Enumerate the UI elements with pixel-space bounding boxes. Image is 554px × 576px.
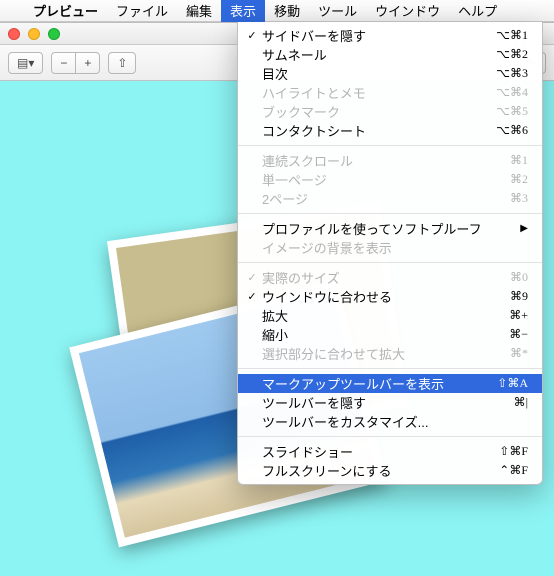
menu-item[interactable]: ✓ウインドウに合わせる⌘9 <box>238 287 542 306</box>
traffic-light-close[interactable] <box>8 28 20 40</box>
menu-item-label: イメージの背景を表示 <box>260 238 528 257</box>
menu-item-label: サムネール <box>260 45 496 64</box>
check-icon: ✓ <box>244 29 260 42</box>
menu-item[interactable]: コンタクトシート⌥⌘6 <box>238 121 542 140</box>
submenu-arrow-icon: ▶ <box>520 223 528 234</box>
menu-edit[interactable]: 編集 <box>177 0 221 22</box>
check-icon: ✓ <box>244 290 260 303</box>
sidebar-toggle-button[interactable]: ▤▾ <box>8 52 43 74</box>
menu-item[interactable]: マークアップツールバーを表示⇧⌘A <box>238 374 542 393</box>
share-icon: ⇧ <box>117 56 127 70</box>
menu-item-label: 連続スクロール <box>260 151 510 170</box>
menu-item-label: ハイライトとメモ <box>260 83 496 102</box>
menu-item-label: フルスクリーンにする <box>260 461 499 480</box>
menu-shortcut: ⌥⌘2 <box>496 47 528 62</box>
menu-item: ✓実際のサイズ⌘0 <box>238 268 542 287</box>
menu-item-label: マークアップツールバーを表示 <box>260 374 497 393</box>
menu-item-label: 実際のサイズ <box>260 268 510 287</box>
menu-shortcut: ⌘0 <box>510 270 528 285</box>
menu-item-label: 縮小 <box>260 325 509 344</box>
menu-item-label: ウインドウに合わせる <box>260 287 510 306</box>
view-menu-dropdown: ✓サイドバーを隠す⌥⌘1サムネール⌥⌘2目次⌥⌘3ハイライトとメモ⌥⌘4ブックマ… <box>237 22 543 485</box>
menu-file[interactable]: ファイル <box>107 0 177 22</box>
menu-item-label: コンタクトシート <box>260 121 496 140</box>
menu-shortcut: ⌘3 <box>510 191 528 206</box>
menu-view[interactable]: 表示 <box>221 0 265 22</box>
traffic-light-minimize[interactable] <box>28 28 40 40</box>
menu-item[interactable]: ツールバーをカスタマイズ... <box>238 412 542 431</box>
sidebar-icon: ▤▾ <box>17 56 34 70</box>
zoom-segment: − + <box>51 52 100 74</box>
menu-item[interactable]: ツールバーを隠す⌘| <box>238 393 542 412</box>
menu-shortcut: ⌘| <box>514 395 528 410</box>
menu-item: ブックマーク⌥⌘5 <box>238 102 542 121</box>
minus-icon: − <box>60 56 67 70</box>
menu-shortcut: ⌥⌘1 <box>496 28 528 43</box>
menu-tools[interactable]: ツール <box>309 0 366 22</box>
menu-item: 2ページ⌘3 <box>238 189 542 208</box>
menu-item-label: 選択部分に合わせて拡大 <box>260 344 510 363</box>
menu-separator <box>238 213 542 214</box>
menu-item: イメージの背景を表示 <box>238 238 542 257</box>
menu-item-label: ツールバーをカスタマイズ... <box>260 412 528 431</box>
menu-shortcut: ⌥⌘5 <box>496 104 528 119</box>
zoom-in-button[interactable]: + <box>75 52 100 74</box>
menu-shortcut: ⇧⌘A <box>497 376 528 391</box>
share-button[interactable]: ⇧ <box>108 52 136 74</box>
menu-shortcut: ⌘+ <box>509 308 528 323</box>
menu-separator <box>238 262 542 263</box>
menu-shortcut: ⌥⌘6 <box>496 123 528 138</box>
traffic-light-zoom[interactable] <box>48 28 60 40</box>
menu-shortcut: ⌘1 <box>510 153 528 168</box>
menu-separator <box>238 436 542 437</box>
menu-shortcut: ⌥⌘4 <box>496 85 528 100</box>
menu-item: 連続スクロール⌘1 <box>238 151 542 170</box>
system-menubar: プレビュー ファイル 編集 表示 移動 ツール ウインドウ ヘルプ <box>0 0 554 22</box>
menu-item-label: ツールバーを隠す <box>260 393 514 412</box>
menu-item-label: 単一ページ <box>260 170 510 189</box>
menu-item-label: ブックマーク <box>260 102 496 121</box>
menu-help[interactable]: ヘルプ <box>449 0 506 22</box>
zoom-out-button[interactable]: − <box>51 52 76 74</box>
menu-item-label: 2ページ <box>260 189 510 208</box>
menu-separator <box>238 145 542 146</box>
menu-go[interactable]: 移動 <box>265 0 309 22</box>
plus-icon: + <box>84 56 91 70</box>
menu-item[interactable]: 目次⌥⌘3 <box>238 64 542 83</box>
menu-item[interactable]: 拡大⌘+ <box>238 306 542 325</box>
menu-shortcut: ⌥⌘3 <box>496 66 528 81</box>
menu-window[interactable]: ウインドウ <box>366 0 449 22</box>
menu-item[interactable]: プロファイルを使ってソフトプルーフ▶ <box>238 219 542 238</box>
menu-shortcut: ⌃⌘F <box>499 463 528 478</box>
menu-shortcut: ⇧⌘F <box>499 444 528 459</box>
menu-item-label: スライドショー <box>260 442 499 461</box>
check-icon: ✓ <box>244 271 260 284</box>
menu-item[interactable]: ✓サイドバーを隠す⌥⌘1 <box>238 26 542 45</box>
menu-shortcut: ⌘9 <box>510 289 528 304</box>
menu-item[interactable]: 縮小⌘− <box>238 325 542 344</box>
menu-item[interactable]: スライドショー⇧⌘F <box>238 442 542 461</box>
menu-shortcut: ⌘* <box>510 346 528 361</box>
menu-item-label: サイドバーを隠す <box>260 26 496 45</box>
menu-shortcut: ⌘− <box>509 327 528 342</box>
app-menu[interactable]: プレビュー <box>24 0 107 22</box>
menu-item: 単一ページ⌘2 <box>238 170 542 189</box>
menu-item-label: 拡大 <box>260 306 509 325</box>
menu-item-label: プロファイルを使ってソフトプルーフ <box>260 219 520 238</box>
menu-item: ハイライトとメモ⌥⌘4 <box>238 83 542 102</box>
menu-item: 選択部分に合わせて拡大⌘* <box>238 344 542 363</box>
menu-separator <box>238 368 542 369</box>
menu-shortcut: ⌘2 <box>510 172 528 187</box>
menu-item[interactable]: フルスクリーンにする⌃⌘F <box>238 461 542 480</box>
menu-item[interactable]: サムネール⌥⌘2 <box>238 45 542 64</box>
menu-item-label: 目次 <box>260 64 496 83</box>
